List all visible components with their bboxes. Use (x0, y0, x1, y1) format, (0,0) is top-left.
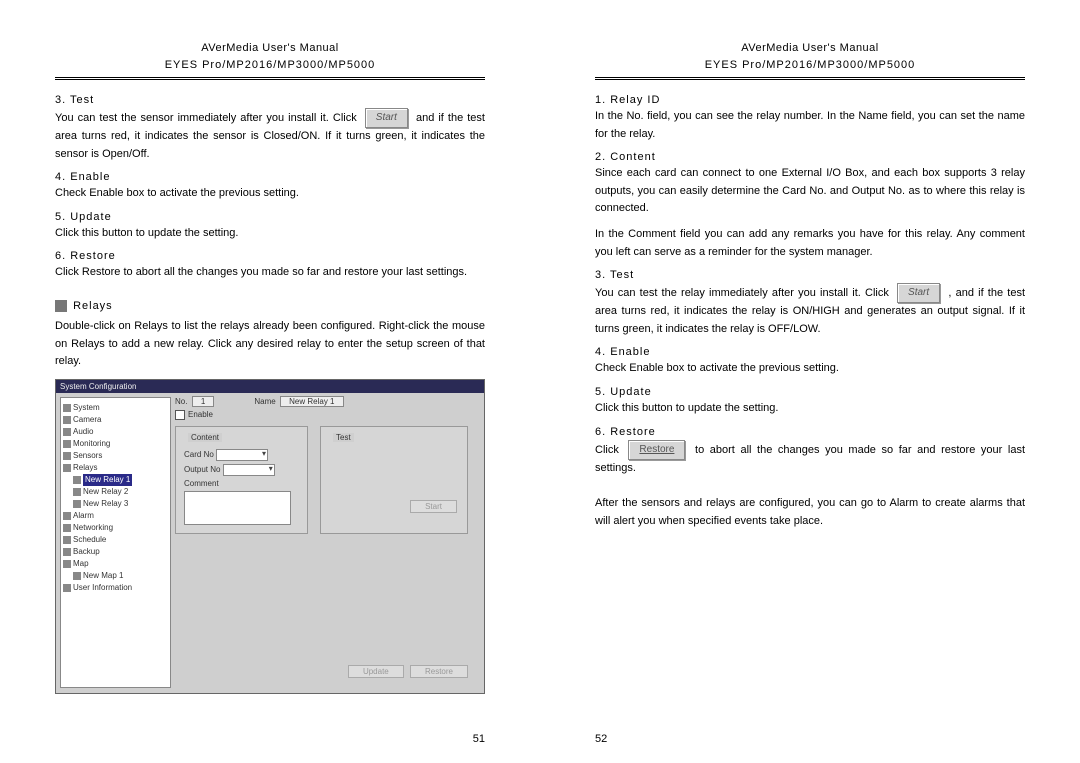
section-5-body: Click this button to update the setting. (595, 400, 1025, 418)
section-4-body: Check Enable box to activate the previou… (55, 185, 485, 203)
section-4-body: Check Enable box to activate the previou… (595, 360, 1025, 378)
config-tree: System Camera Audio Monitoring Sensors R… (60, 397, 171, 688)
section-1-body: In the No. field, you can see the relay … (595, 108, 1025, 143)
section-1-title: 1. Relay ID (595, 94, 1025, 106)
section-3-body: You can test the relay immediately after… (595, 283, 1025, 338)
name-field: New Relay 1 (280, 396, 343, 407)
system-configuration-screenshot: System Configuration System Camera Audio… (55, 379, 485, 694)
window-title: System Configuration (56, 380, 484, 393)
section-6-title: 6. Restore (55, 250, 485, 262)
test-group: Test Start (320, 426, 468, 534)
section-2-body-b: In the Comment field you can add any rem… (595, 226, 1025, 261)
content-group: Content Card No Output No Comment (175, 426, 308, 534)
update-button: Update (348, 665, 404, 678)
start-button-inline: Start (897, 283, 940, 303)
restore-button: Restore (410, 665, 468, 678)
start-button-inline: Start (365, 108, 408, 128)
section-5-title: 5. Update (55, 211, 485, 223)
comment-textarea (184, 491, 291, 525)
page-number: 51 (473, 733, 485, 745)
restore-button-inline: Restore (628, 440, 685, 460)
no-field: 1 (192, 396, 214, 407)
section-6-title: 6. Restore (595, 426, 1025, 438)
section-4-title: 4. Enable (595, 346, 1025, 358)
page-header: AVerMedia User's Manual EYES Pro/MP2016/… (595, 40, 1025, 73)
section-3-title: 3. Test (55, 94, 485, 106)
relays-icon (55, 300, 67, 312)
section-4-title: 4. Enable (55, 171, 485, 183)
section-3-body: You can test the sensor immediately afte… (55, 108, 485, 163)
page-number: 52 (595, 733, 607, 745)
footer-note: After the sensors and relays are configu… (595, 495, 1025, 530)
enable-checkbox (175, 410, 185, 420)
relays-body: Double-click on Relays to list the relay… (55, 318, 485, 371)
section-6-body: Click Restore to abort all the changes y… (55, 264, 485, 282)
section-5-title: 5. Update (595, 386, 1025, 398)
manual-subtitle: EYES Pro/MP2016/MP3000/MP5000 (55, 57, 485, 74)
tree-selected: New Relay 1 (83, 474, 132, 486)
section-2-body-a: Since each card can connect to one Exter… (595, 165, 1025, 218)
output-no-select (223, 464, 275, 476)
header-rule (595, 77, 1025, 80)
manual-page-left: AVerMedia User's Manual EYES Pro/MP2016/… (0, 0, 540, 763)
section-3-title: 3. Test (595, 269, 1025, 281)
manual-title: AVerMedia User's Manual (55, 40, 485, 57)
page-header: AVerMedia User's Manual EYES Pro/MP2016/… (55, 40, 485, 73)
header-rule (55, 77, 485, 80)
section-6-body: Click Restore to abort all the changes y… (595, 440, 1025, 478)
section-5-body: Click this button to update the setting. (55, 225, 485, 243)
manual-page-right: AVerMedia User's Manual EYES Pro/MP2016/… (540, 0, 1080, 763)
test-start-button: Start (410, 500, 457, 513)
card-no-select (216, 449, 268, 461)
relays-heading: Relays (55, 300, 485, 312)
section-2-title: 2. Content (595, 151, 1025, 163)
